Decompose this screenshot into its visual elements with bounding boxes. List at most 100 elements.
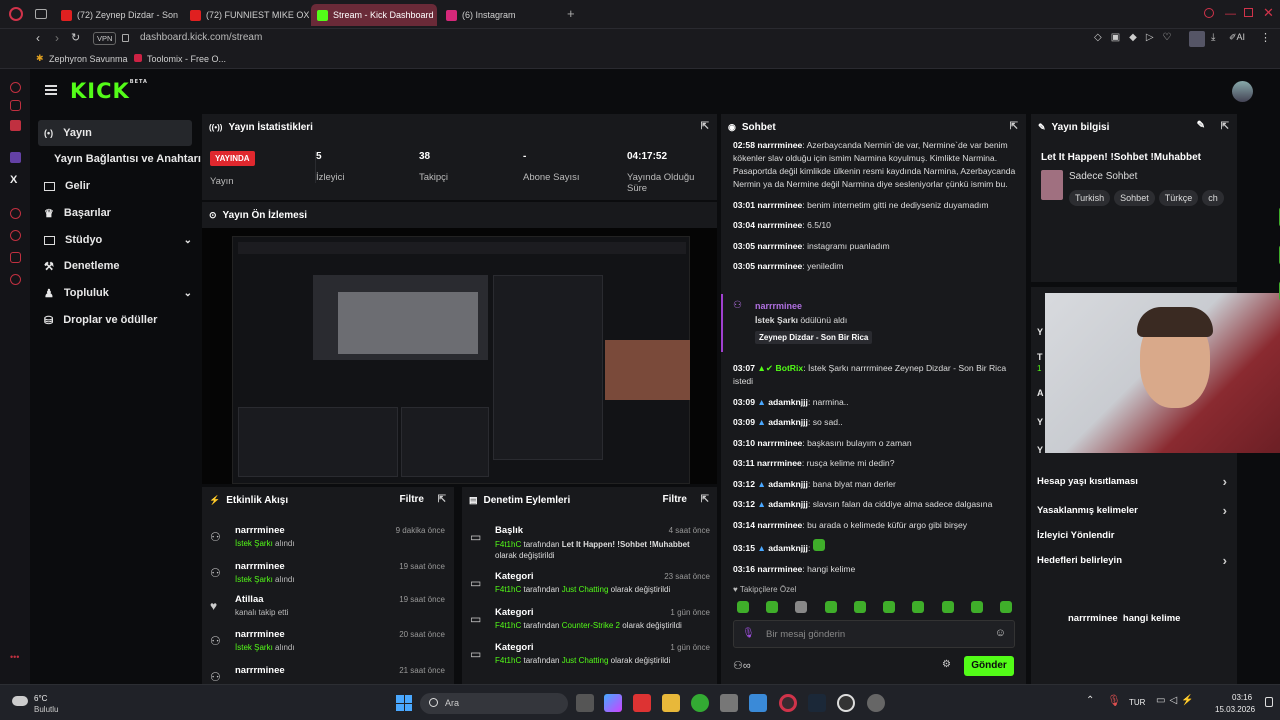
microphone-icon[interactable]: 🎙 <box>742 628 755 639</box>
emote-icon[interactable] <box>766 601 779 613</box>
microphone-tray-icon[interactable]: 🎙 <box>1107 694 1121 707</box>
chat-input[interactable]: 🎙 Bir mesaj gönderin ☺ <box>733 620 1015 648</box>
reload-icon[interactable]: ↻ <box>71 31 80 44</box>
sidebar-twitch-icon[interactable] <box>10 152 21 163</box>
search-tabs-icon[interactable] <box>1204 8 1214 18</box>
avatar[interactable] <box>1189 31 1205 47</box>
bookmark-item[interactable]: Zephyron Savunma <box>49 54 128 64</box>
ai-button[interactable]: ✐AI <box>1229 32 1245 43</box>
chrome-icon[interactable] <box>691 694 709 712</box>
browser-tab[interactable]: (6) Instagram <box>440 4 560 26</box>
chat-settings-icon[interactable]: ⚇∞ <box>733 659 751 672</box>
start-button[interactable] <box>396 695 412 711</box>
sidebar-extensions-icon[interactable] <box>10 252 21 263</box>
viewer-redirect-setting[interactable]: İzleyici Yönlendir <box>1037 530 1227 541</box>
language-indicator[interactable]: TUR <box>1129 698 1145 707</box>
emote-icon[interactable] <box>824 601 837 613</box>
emoji-icon[interactable]: ☺ <box>995 627 1006 639</box>
nav-item-stream-key[interactable]: Yayın Bağlantısı ve Anahtarı <box>38 146 208 172</box>
forward-button[interactable]: › <box>55 31 59 45</box>
pop-out-icon[interactable]: ⇱ <box>701 494 709 505</box>
tag[interactable]: Sohbet <box>1114 190 1155 206</box>
emote-icon[interactable] <box>737 601 749 613</box>
kick-logo[interactable]: KICKBETA <box>70 79 148 103</box>
account-age-setting[interactable]: Hesap yaşı kısıtlaması › <box>1037 474 1227 489</box>
obs-icon[interactable] <box>837 694 855 712</box>
nav-item-studio[interactable]: Stüdyo ⌄ <box>38 227 192 253</box>
steam-icon[interactable] <box>808 694 826 712</box>
pop-out-icon[interactable]: ⇱ <box>701 121 709 132</box>
sidebar-settings-icon[interactable] <box>10 274 21 285</box>
opera-logo-icon[interactable] <box>9 7 23 21</box>
new-tab-button[interactable]: + <box>567 6 575 21</box>
minimize-button[interactable]: — <box>1225 8 1236 20</box>
nav-item-achievements[interactable]: ♛ Başarılar <box>38 200 192 226</box>
url-field[interactable]: dashboard.kick.com/stream <box>140 32 262 43</box>
clock-time[interactable]: 03:16 <box>1232 693 1252 702</box>
search-box[interactable]: Ara <box>420 693 568 714</box>
menu-icon[interactable]: ⋮ <box>1260 31 1271 44</box>
banned-words-setting[interactable]: Yasaklanmış kelimeler › <box>1037 503 1227 518</box>
mail-icon[interactable] <box>749 694 767 712</box>
copilot-icon[interactable] <box>604 694 622 712</box>
workspaces-icon[interactable] <box>35 9 47 19</box>
sidebar-x-icon[interactable]: X <box>10 174 17 186</box>
nav-item-revenue[interactable]: Gelir <box>38 173 192 199</box>
pop-out-icon[interactable]: ⇱ <box>1221 121 1229 132</box>
nav-item-moderation[interactable]: ⚒ Denetleme <box>38 253 192 279</box>
clock-date[interactable]: 15.03.2026 <box>1215 705 1255 714</box>
emote-icon[interactable] <box>883 601 896 613</box>
browser-tab-active[interactable]: Stream - Kick Dashboard <box>311 4 437 26</box>
chevron-down-icon[interactable]: ⌄ <box>184 235 192 246</box>
back-button[interactable]: ‹ <box>36 31 40 45</box>
tray-chevron-icon[interactable]: ⌃ <box>1086 695 1094 706</box>
network-volume-icons[interactable]: ▭◁⚡ <box>1156 695 1198 706</box>
task-view-icon[interactable] <box>576 694 594 712</box>
emote-icon[interactable] <box>853 601 866 613</box>
nav-item-drops[interactable]: ⛁ Droplar ve ödüller <box>38 307 192 333</box>
edit-icon[interactable]: ✎ <box>1197 120 1205 131</box>
pop-out-icon[interactable]: ⇱ <box>1010 121 1018 132</box>
sidebar-history-icon[interactable] <box>10 230 21 241</box>
chevron-down-icon[interactable]: ⌄ <box>184 288 192 299</box>
filter-button[interactable]: Filtre <box>663 494 687 505</box>
nav-item-stream[interactable]: (•) Yayın <box>38 120 192 146</box>
tag[interactable]: Turkish <box>1069 190 1111 206</box>
emote-icon[interactable] <box>912 601 925 613</box>
app-icon[interactable] <box>633 694 651 712</box>
notification-icon[interactable] <box>1265 697 1273 707</box>
download-icon[interactable]: ⤓ <box>1211 32 1215 43</box>
browser-tab[interactable]: (72) FUNNIEST MIKE OXLO <box>184 4 309 26</box>
tag[interactable]: Türkçe <box>1158 190 1199 206</box>
badge-icon: ▲ <box>757 417 766 427</box>
sidebar-app-icon[interactable] <box>10 120 21 131</box>
pop-out-icon[interactable]: ⇱ <box>438 494 446 505</box>
settings-app-icon[interactable] <box>867 694 885 712</box>
emote-icon[interactable] <box>795 601 808 613</box>
filter-button[interactable]: Filtre <box>400 494 424 505</box>
emote-icon[interactable] <box>941 601 954 613</box>
maximize-button[interactable] <box>1244 8 1253 17</box>
vpn-badge[interactable]: VPN <box>93 32 117 45</box>
store-icon[interactable] <box>720 694 738 712</box>
weather-icon[interactable] <box>12 696 28 706</box>
emote-icon[interactable] <box>999 601 1012 613</box>
profile-avatar[interactable] <box>1232 81 1253 102</box>
emote-icon[interactable] <box>970 601 983 613</box>
nav-item-community[interactable]: ♟ Topluluk ⌄ <box>38 280 192 306</box>
file-explorer-icon[interactable] <box>662 694 680 712</box>
hamburger-menu-icon[interactable] <box>45 85 57 95</box>
sidebar-messenger-icon[interactable] <box>10 100 21 111</box>
bookmark-item[interactable]: Toolomix - Free O... <box>147 54 226 64</box>
goals-setting[interactable]: Hedefleri belirleyin › <box>1037 553 1227 568</box>
sidebar-player-icon[interactable] <box>10 208 21 219</box>
sidebar-aria-icon[interactable] <box>10 82 21 93</box>
browser-tab[interactable]: (72) Zeynep Dizdar - Son Bir <box>55 4 180 26</box>
close-window-button[interactable]: ✕ <box>1263 5 1274 21</box>
sidebar-more-icon[interactable]: ••• <box>10 652 19 662</box>
gear-icon[interactable]: ⚙ <box>942 659 951 670</box>
stream-preview-video[interactable] <box>202 228 717 484</box>
send-button[interactable]: Gönder <box>964 656 1014 676</box>
tag[interactable]: ch <box>1202 190 1224 206</box>
opera-icon[interactable] <box>779 694 797 712</box>
